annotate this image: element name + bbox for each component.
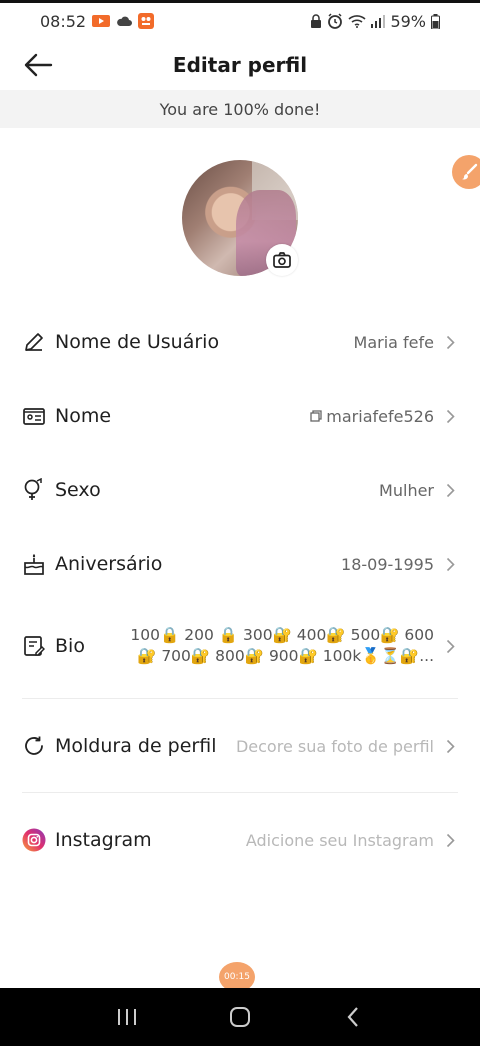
row-label: Sexo [55, 479, 101, 501]
username-handle: mariafefe526 [326, 406, 434, 426]
row-value: 18-09-1995 [341, 554, 434, 574]
row-value: Mulher [379, 480, 434, 500]
battery-icon [431, 13, 440, 29]
wifi-icon [348, 14, 366, 28]
page-title: Editar perfil [172, 53, 308, 77]
chevron-right-icon [446, 482, 456, 498]
instagram-icon [22, 828, 46, 852]
change-photo-button[interactable] [266, 244, 298, 276]
divider [22, 698, 458, 699]
row-profile-frame[interactable]: Moldura de perfil Decore sua foto de per… [0, 716, 480, 776]
row-value: Adicione seu Instagram [245, 830, 434, 850]
chevron-right-icon [446, 832, 456, 848]
cake-icon [22, 552, 46, 576]
row-bio[interactable]: Bio 100🔒 200 🔒 300🔐 400🔐 500🔐 600🔐 700🔐 … [0, 616, 480, 676]
chevron-right-icon [446, 738, 456, 754]
cloud-icon [116, 15, 133, 27]
status-time: 08:52 [40, 11, 87, 31]
alarm-icon [327, 13, 343, 29]
system-back-button[interactable] [333, 997, 373, 1037]
brush-icon [462, 163, 478, 180]
lock-icon [310, 14, 322, 28]
row-value: Maria fefe [353, 332, 434, 352]
row-birthday[interactable]: Aniversário 18-09-1995 [0, 534, 480, 594]
chevron-left-icon [347, 1007, 359, 1027]
divider [22, 792, 458, 793]
app-header: Editar perfil [0, 40, 480, 90]
row-value-group: mariafefe526 [310, 407, 434, 426]
camera-icon [273, 252, 291, 268]
home-button[interactable] [220, 997, 260, 1037]
row-label: Instagram [55, 829, 152, 851]
chevron-right-icon [446, 556, 456, 572]
completion-banner: You are 100% done! [0, 90, 480, 128]
row-username[interactable]: Nome de Usuário Maria fefe [0, 312, 480, 372]
note-edit-icon [22, 634, 46, 658]
brush-edit-button[interactable] [452, 155, 480, 189]
pencil-icon [22, 330, 46, 354]
row-instagram[interactable]: Instagram Adicione seu Instagram [0, 810, 480, 870]
battery-percent: 59% [390, 11, 426, 31]
chevron-right-icon [446, 408, 456, 424]
home-icon [229, 1007, 250, 1027]
row-name[interactable]: Nome mariafefe526 [0, 386, 480, 446]
row-gender[interactable]: Sexo Mulher [0, 460, 480, 520]
id-card-icon [22, 404, 46, 428]
frame-refresh-icon [22, 734, 46, 758]
bio-text: 100🔒 200 🔒 300🔐 400🔐 500🔐 600🔐 700🔐 800🔐… [130, 626, 434, 665]
chevron-right-icon [446, 334, 456, 350]
gender-icon [22, 478, 46, 502]
row-value: Decore sua foto de perfil [235, 736, 434, 756]
signal-icon [371, 14, 386, 28]
recent-apps-icon [117, 1009, 136, 1025]
arrow-left-icon [24, 53, 53, 77]
profile-photo[interactable] [182, 160, 298, 276]
row-label: Nome de Usuário [55, 331, 220, 353]
row-label: Moldura de perfil [55, 735, 217, 757]
status-bar: 08:52 59% [0, 3, 480, 39]
row-label: Bio [55, 635, 85, 657]
copy-icon [310, 410, 322, 422]
app-notification-icon [138, 13, 155, 29]
system-nav-bar [0, 988, 480, 1046]
video-record-icon [92, 14, 111, 28]
chevron-right-icon [446, 638, 456, 654]
row-label: Nome [55, 405, 112, 427]
row-label: Aniversário [55, 553, 163, 575]
back-button[interactable] [18, 48, 58, 82]
recent-apps-button[interactable] [107, 997, 147, 1037]
